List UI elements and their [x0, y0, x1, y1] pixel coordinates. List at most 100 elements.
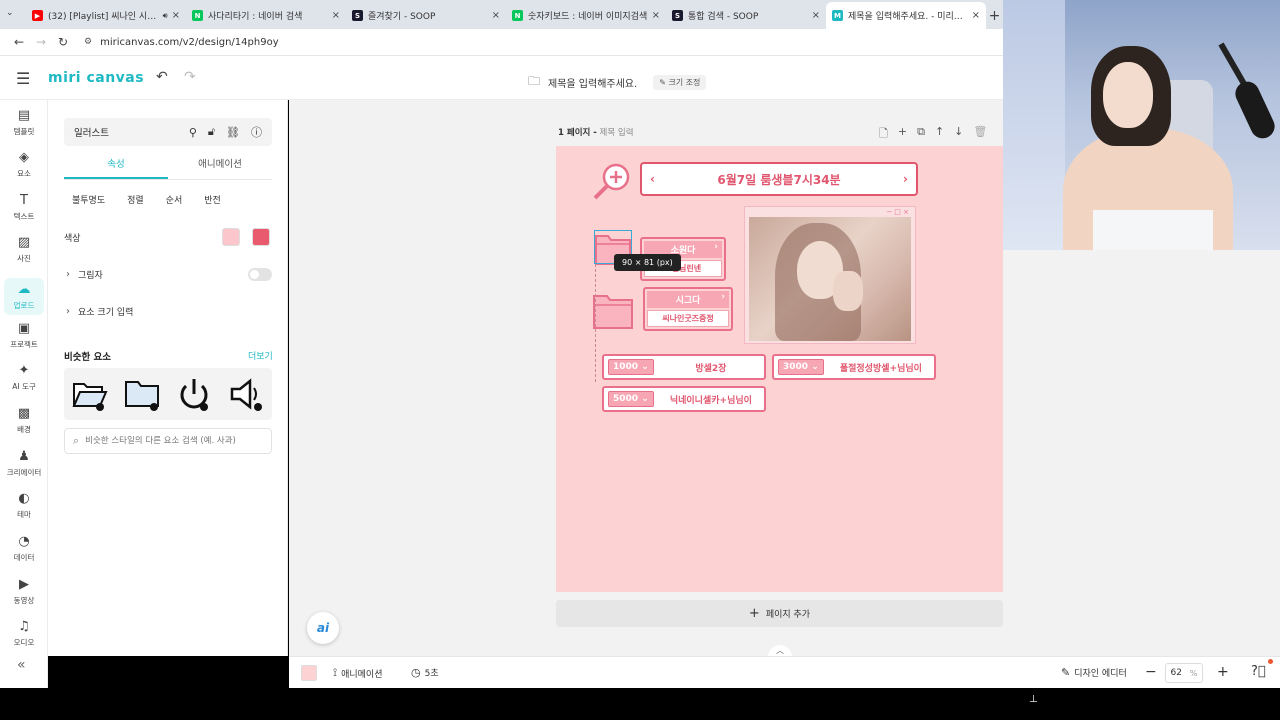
- rail-item-audio[interactable]: ♫ 오디오: [0, 619, 48, 648]
- rail-item-theme[interactable]: ◐ 테마: [0, 491, 48, 520]
- close-tab-icon[interactable]: ×: [652, 10, 660, 21]
- tab-title: 제목을 입력해주세요. - 미리캔버스: [848, 12, 968, 22]
- info-icon[interactable]: ⓘ: [251, 124, 262, 140]
- browser-tab[interactable]: M 제목을 입력해주세요. - 미리캔버스 ×: [826, 2, 986, 29]
- browser-tab[interactable]: S 즐겨찾기 - SOOP ×: [346, 2, 506, 29]
- zoom-field[interactable]: 62 %: [1165, 663, 1203, 683]
- folder-illustration-2[interactable]: [592, 292, 634, 330]
- rail-item-text[interactable]: T 텍스트: [0, 193, 48, 222]
- link-icon[interactable]: ⛓: [226, 126, 240, 139]
- style-copy-icon[interactable]: ⚲: [189, 126, 197, 139]
- move-down-icon[interactable]: ↓: [954, 125, 963, 144]
- animation-button[interactable]: ⟟ 애니메이션: [333, 666, 383, 680]
- rail-item-template[interactable]: ▤ 템플릿: [0, 108, 48, 137]
- photo-frame[interactable]: − □ ×: [744, 206, 916, 344]
- flip-button[interactable]: 반전: [204, 193, 221, 206]
- portrait-photo[interactable]: [749, 217, 911, 341]
- rail-item-background[interactable]: ▩ 배경: [0, 406, 48, 435]
- zoom-in-illustration[interactable]: [590, 160, 634, 204]
- lock-icon[interactable]: 🔓︎: [208, 125, 215, 139]
- close-tab-icon[interactable]: ×: [332, 10, 340, 21]
- align-button[interactable]: 정렬: [127, 193, 144, 206]
- close-tab-icon[interactable]: ×: [172, 10, 180, 21]
- similar-search-field[interactable]: ⌕: [64, 428, 272, 454]
- rail-item-elements[interactable]: ◈ 요소: [0, 150, 48, 179]
- shadow-expander[interactable]: › 그림자: [66, 268, 103, 281]
- browser-tab[interactable]: S 통합 검색 - SOOP ×: [666, 2, 826, 29]
- window-buttons-icon: − □ ×: [886, 208, 909, 216]
- rail-item-project[interactable]: ▣ 프로젝트: [0, 321, 48, 350]
- creator-icon: ♟: [18, 449, 30, 464]
- folder-icon[interactable]: [122, 374, 162, 414]
- size-expander[interactable]: › 요소 크기 입력: [66, 305, 133, 318]
- headline-text: 6월7일 룸생블7시34분: [717, 172, 841, 187]
- add-page-icon[interactable]: +: [898, 125, 907, 144]
- url-field[interactable]: ⚙ miricanvas.com/v2/design/14ph9oy: [84, 37, 279, 48]
- background-color-swatch[interactable]: [301, 665, 317, 681]
- site-info-icon[interactable]: ⚙: [84, 37, 92, 47]
- properties-panel: 일러스트 ⚲ 🔓︎ ⛓ ⓘ 속성 애니메이션 불투명도 정렬 순서 반전 색상 …: [48, 100, 288, 656]
- price-tag-1000[interactable]: 1000 ⌄ 방셀2장: [602, 354, 766, 380]
- rail-item-upload[interactable]: ☁ 업로드: [0, 278, 48, 315]
- power-icon[interactable]: [174, 374, 214, 414]
- delete-page-icon[interactable]: 🗑: [973, 125, 987, 144]
- rail-item-video[interactable]: ▶ 동영상: [0, 577, 48, 606]
- ai-assistant-button[interactable]: ai: [307, 612, 339, 644]
- favicon-icon: S: [352, 10, 363, 21]
- design-editor-button[interactable]: ✎ 디자인 에디터: [1061, 666, 1127, 679]
- price-tag-5000[interactable]: 5000 ⌄ 닉네이니셀카+님님이: [602, 386, 766, 412]
- audio-icon[interactable]: 🔊︎: [163, 11, 168, 21]
- open-folder-icon[interactable]: [70, 374, 110, 414]
- rail-item-creator[interactable]: ♟ 크리에이터: [0, 449, 48, 478]
- opacity-button[interactable]: 불투명도: [72, 193, 105, 206]
- folder-icon[interactable]: 🗀: [528, 72, 540, 93]
- shadow-toggle[interactable]: [248, 268, 272, 281]
- tab-properties[interactable]: 속성: [64, 152, 168, 179]
- color-swatch-light[interactable]: [222, 228, 240, 246]
- logo[interactable]: miri canvas: [48, 70, 144, 86]
- more-link[interactable]: 더보기: [248, 349, 273, 362]
- menu-icon[interactable]: ☰: [16, 69, 30, 88]
- doc-title[interactable]: 제목을 입력해주세요.: [548, 75, 637, 90]
- zoom-in-icon[interactable]: +: [1217, 664, 1229, 680]
- rail-item-ai-tools[interactable]: ✦ AI 도구: [0, 363, 48, 392]
- resize-button[interactable]: ✎ 크기 조정: [653, 75, 707, 90]
- close-tab-icon[interactable]: ×: [492, 10, 500, 21]
- help-icon[interactable]: ?⃝: [1251, 664, 1266, 679]
- move-up-icon[interactable]: ↑: [935, 125, 944, 144]
- price-desc: 방셀2장: [695, 363, 727, 374]
- browser-tab[interactable]: N 사다리타기 : 네이버 검색 ×: [186, 2, 346, 29]
- rail-item-data[interactable]: ◔ 데이터: [0, 534, 48, 563]
- browser-tab[interactable]: ▶ (32) [Playlist] 씨나인 시그 ... 🔊︎ ×: [26, 2, 186, 29]
- close-tab-icon[interactable]: ×: [812, 10, 820, 21]
- zoom-out-icon[interactable]: −: [1145, 664, 1157, 680]
- duplicate-page-icon[interactable]: ⧉: [917, 125, 925, 144]
- redo-icon[interactable]: ↷: [184, 69, 196, 85]
- tab-animation[interactable]: 애니메이션: [168, 152, 272, 179]
- tab-list-icon[interactable]: ⌄: [6, 8, 14, 18]
- page-note-icon[interactable]: 🗋: [879, 125, 888, 144]
- canvas-workspace[interactable]: 1 페이지 - 제목 입력 🗋 + ⧉ ↑ ↓ 🗑 ‹ 6월7일 룸생블7시34…: [289, 100, 1003, 657]
- price-tag-3000[interactable]: 3000 ⌄ 풀절정성방셀+님님이: [772, 354, 936, 380]
- undo-icon[interactable]: ↶: [156, 69, 168, 85]
- forward-icon[interactable]: →: [30, 35, 52, 49]
- label-card-sig[interactable]: 시그다 › 씨나인굿즈증정: [643, 287, 733, 331]
- speaker-icon[interactable]: [226, 374, 266, 414]
- similar-search-input[interactable]: [85, 436, 256, 446]
- new-tab-button[interactable]: +: [986, 2, 1003, 29]
- order-button[interactable]: 순서: [166, 193, 183, 206]
- duration-button[interactable]: ◷ 5초: [411, 666, 439, 679]
- collapse-rail-icon[interactable]: «: [17, 657, 26, 673]
- close-tab-icon[interactable]: ×: [972, 10, 980, 21]
- rail-item-photo[interactable]: ▨ 사진: [0, 235, 48, 264]
- browser-tab[interactable]: N 숫자키보드 : 네이버 이미지검색 ×: [506, 2, 666, 29]
- page-title-input[interactable]: 제목 입력: [600, 128, 634, 138]
- color-swatch-dark[interactable]: [252, 228, 270, 246]
- reload-icon[interactable]: ↻: [52, 35, 74, 49]
- add-page-button[interactable]: + 페이지 추가: [556, 600, 1003, 627]
- animation-icon: ⟟: [333, 666, 338, 679]
- back-icon[interactable]: ←: [8, 35, 30, 49]
- headline-banner[interactable]: ‹ 6월7일 룸생블7시34분 ›: [640, 162, 918, 196]
- page-tools: 🗋 + ⧉ ↑ ↓ 🗑: [879, 125, 997, 144]
- design-page[interactable]: ‹ 6월7일 룸생블7시34분 › 소원다 › +님님린넨 90 × 81 (px…: [556, 146, 1003, 592]
